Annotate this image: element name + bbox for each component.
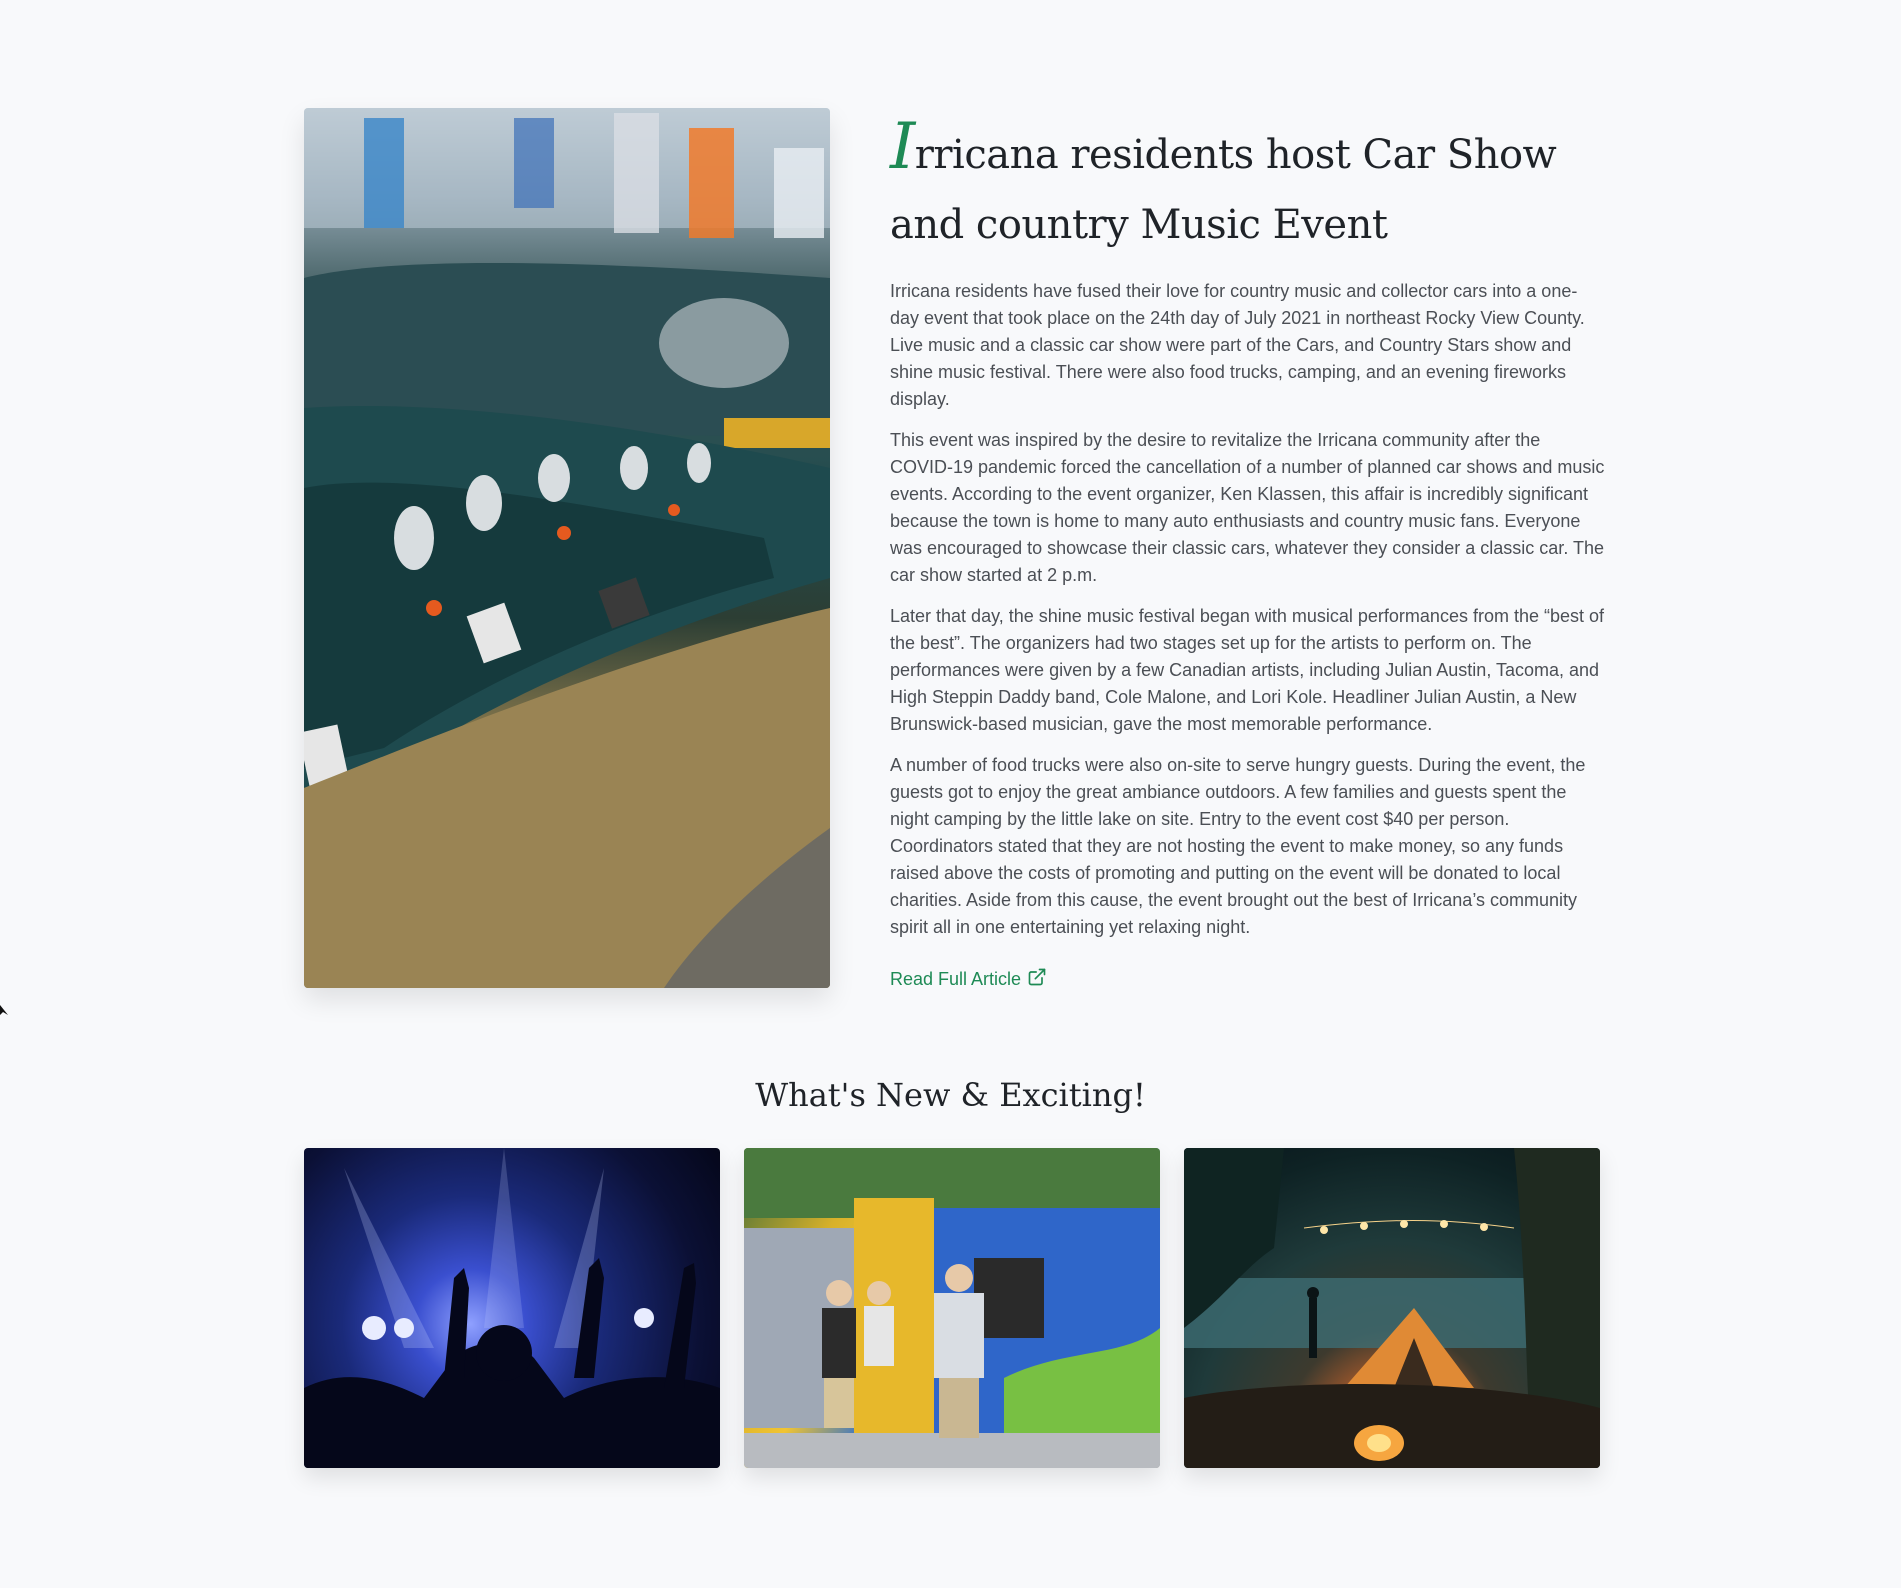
read-full-article-link[interactable]: Read Full Article: [890, 967, 1047, 992]
gallery: [304, 1148, 1600, 1468]
read-full-article-label: Read Full Article: [890, 969, 1022, 989]
classic-cars-photo: [304, 108, 830, 988]
section-title: What's New & Exciting!: [755, 1076, 1146, 1114]
headline-text: rricana residents host Car Show and coun…: [890, 132, 1557, 248]
article-paragraph-1: Irricana residents have fused their love…: [890, 281, 1585, 409]
article-paragraph-4: A number of food trucks were also on-sit…: [890, 755, 1586, 937]
external-link-icon: [1027, 967, 1047, 992]
article-paragraph-2: This event was inspired by the desire to…: [890, 430, 1605, 585]
article-paragraph-3: Later that day, the shine music festival…: [890, 606, 1605, 734]
article-headline: Irricana residents host Car Show and cou…: [890, 115, 1605, 260]
cursor-arrow-icon: [0, 1000, 8, 1015]
headline-dropcap: I: [890, 110, 915, 184]
concert-crowd-photo[interactable]: [304, 1148, 720, 1468]
food-truck-photo[interactable]: [744, 1148, 1160, 1468]
article: Irricana residents host Car Show and cou…: [304, 108, 1604, 1008]
article-text: Irricana residents host Car Show and cou…: [890, 108, 1605, 992]
lakeside-camping-photo[interactable]: [1184, 1148, 1600, 1468]
